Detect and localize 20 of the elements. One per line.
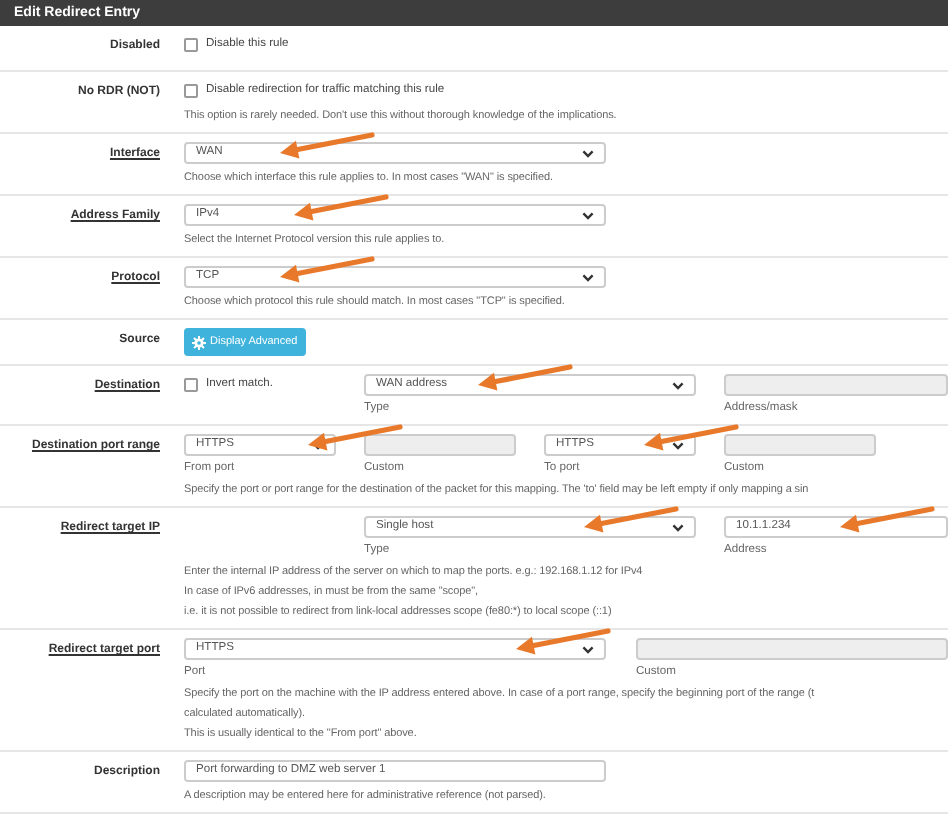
annotation-arrow — [840, 506, 935, 533]
chevron-icon — [672, 441, 684, 449]
annotation-arrow — [280, 256, 375, 283]
annotation-arrow — [294, 194, 389, 221]
annotation-arrow — [584, 506, 679, 533]
chevron-icon — [582, 149, 594, 157]
checkbox[interactable] — [184, 378, 198, 392]
annotation-arrow — [280, 132, 375, 159]
chevron-icon — [582, 211, 594, 219]
gear-icon — [192, 335, 206, 349]
chevron-icon — [582, 273, 594, 281]
checkbox[interactable] — [184, 38, 198, 52]
annotation-arrow — [516, 628, 611, 655]
chevron-icon — [582, 645, 594, 653]
annotation-arrow — [644, 424, 739, 451]
annotation-arrow — [308, 424, 403, 451]
checkbox[interactable] — [184, 84, 198, 98]
chevron-icon — [672, 381, 684, 389]
chevron-icon — [672, 523, 684, 531]
annotation-arrow — [478, 364, 573, 391]
